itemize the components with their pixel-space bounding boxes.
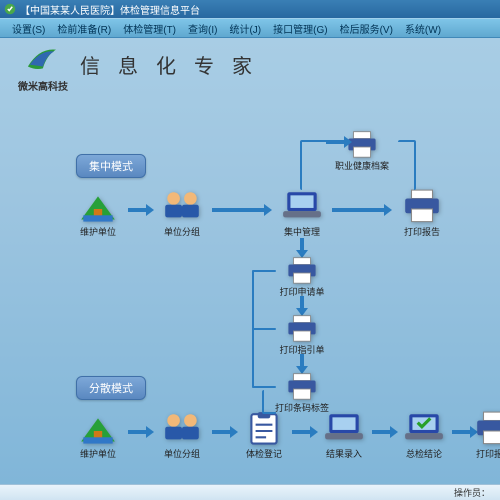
node-label: 单位分组	[164, 447, 200, 460]
arrow-icon	[372, 426, 398, 438]
menu-statistics[interactable]: 统计(J)	[223, 21, 267, 36]
status-bar: 操作员：	[0, 484, 500, 500]
menu-interface[interactable]: 接口管理(G)	[267, 21, 333, 36]
menu-system[interactable]: 系统(W)	[399, 21, 447, 36]
window-title: 【中国某某人民医院】体检管理信息平台	[20, 2, 200, 17]
node-unit-group-d[interactable]: 单位分组	[158, 410, 206, 460]
node-exam-register[interactable]: 体检登记	[240, 410, 288, 460]
node-result-entry[interactable]: 结果录入	[320, 410, 368, 460]
brand-caption: 微米高科技	[18, 78, 68, 93]
node-label: 职业健康档案	[335, 159, 389, 172]
clipboard-icon	[243, 410, 285, 446]
laptop-icon	[281, 188, 323, 224]
printer-icon	[401, 188, 443, 224]
node-label: 结果录入	[326, 447, 362, 460]
arrow-icon	[128, 204, 154, 216]
enterprise-icon	[77, 410, 119, 446]
people-group-icon	[161, 410, 203, 446]
arrow-icon	[212, 204, 272, 216]
status-operator-label: 操作员：	[454, 486, 490, 499]
menu-settings[interactable]: 设置(S)	[6, 21, 51, 36]
node-label: 打印报告	[476, 447, 500, 460]
menubar: 设置(S) 检前准备(R) 体检管理(T) 查询(I) 统计(J) 接口管理(G…	[0, 18, 500, 38]
arrow-icon	[332, 204, 392, 216]
mode-distributed-label: 分散模式	[76, 376, 146, 400]
node-final-conclusion[interactable]: 总检结论	[400, 410, 448, 460]
node-print-report-d[interactable]: 打印报告	[470, 410, 500, 460]
connector	[252, 270, 276, 272]
printer-icon	[285, 256, 319, 284]
node-label: 体检登记	[246, 447, 282, 460]
arrow-icon	[326, 136, 338, 148]
printer-icon	[285, 372, 319, 400]
brand-slogan: 信息化专家	[80, 50, 270, 79]
enterprise-icon	[77, 188, 119, 224]
node-label: 维护单位	[80, 225, 116, 238]
connector	[398, 140, 416, 190]
printer-icon	[473, 410, 500, 446]
node-label: 总检结论	[406, 447, 442, 460]
node-maintain-unit-d[interactable]: 维护单位	[74, 410, 122, 460]
arrow-icon	[212, 426, 238, 438]
menu-exam-manage[interactable]: 体检管理(T)	[117, 21, 182, 36]
people-group-icon	[161, 188, 203, 224]
window-titlebar: 【中国某某人民医院】体检管理信息平台	[0, 0, 500, 18]
node-label: 单位分组	[164, 225, 200, 238]
connector	[262, 390, 276, 414]
laptop-icon	[323, 410, 365, 446]
brand-logo	[22, 44, 60, 74]
menu-query[interactable]: 查询(I)	[182, 21, 223, 36]
node-print-guide[interactable]: 打印指引单	[278, 314, 326, 356]
printer-icon	[285, 314, 319, 342]
workflow-canvas: 微米高科技 信息化专家 集中模式 分散模式 维护单位 单位分组 .arrow-r…	[0, 38, 500, 484]
laptop-check-icon	[403, 410, 445, 446]
mode-centralized-label: 集中模式	[76, 154, 146, 178]
node-label: 打印报告	[404, 225, 440, 238]
node-unit-group-c[interactable]: 单位分组	[158, 188, 206, 238]
connector	[252, 386, 276, 388]
app-icon	[4, 3, 16, 15]
menu-postcheck[interactable]: 检后服务(V)	[334, 21, 399, 36]
arrow-icon	[128, 426, 154, 438]
connector	[252, 328, 276, 330]
node-label: 维护单位	[80, 447, 116, 460]
node-central-manage[interactable]: 集中管理	[278, 188, 326, 238]
node-print-apply[interactable]: 打印申请单	[278, 256, 326, 298]
node-print-report-c[interactable]: 打印报告	[398, 188, 446, 238]
node-print-barcode[interactable]: 打印条码标签	[278, 372, 326, 414]
arrow-icon	[292, 426, 318, 438]
leaf-logo-icon	[22, 44, 60, 74]
menu-precheck[interactable]: 检前准备(R)	[51, 21, 117, 36]
node-maintain-unit-c[interactable]: 维护单位	[74, 188, 122, 238]
node-label: 集中管理	[284, 225, 320, 238]
